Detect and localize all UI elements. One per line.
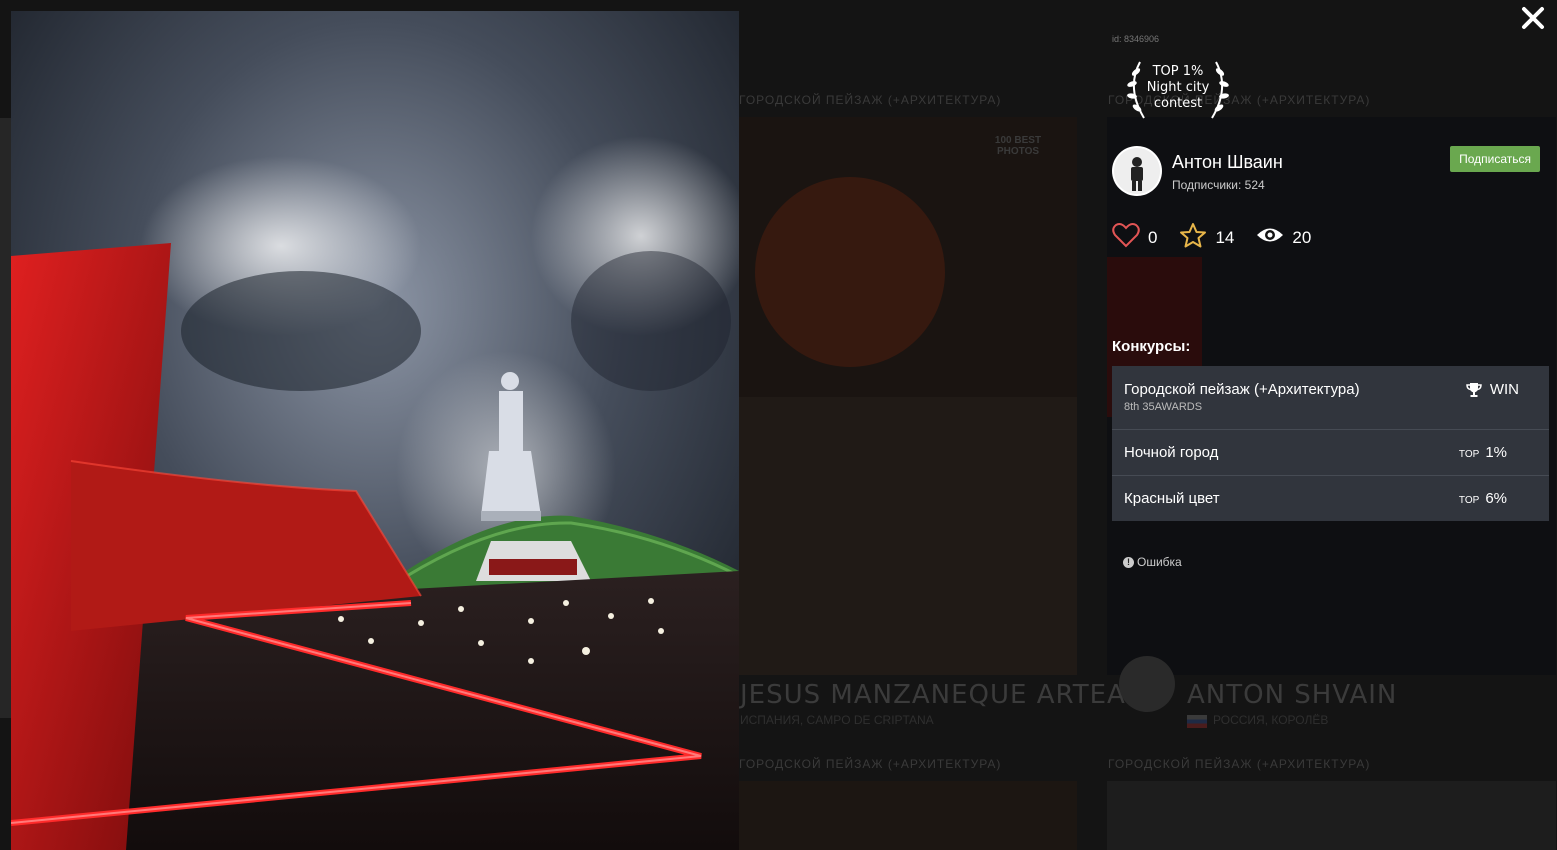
gallery-author[interactable]: JESUS MANZANEQUE ARTEAGA [740, 680, 1165, 710]
gallery-author[interactable]: ANTON SHVAIN [1187, 680, 1397, 710]
like-stat[interactable]: 0 [1112, 222, 1157, 248]
contest-badge[interactable]: TOP 1% Night city contest [1120, 58, 1236, 122]
contest-edition: 8th 35AWARDS [1124, 401, 1203, 413]
author-block: Антон Шваин Подписчики: 524 Подписаться [1112, 146, 1550, 198]
favorite-stat[interactable]: 14 [1179, 222, 1234, 248]
photo-stats: 0 14 20 [1112, 220, 1333, 250]
gallery-location: ИСПАНИЯ, CAMPO DE CRIPTANA [740, 713, 934, 727]
contests-list: Городской пейзаж (+Архитектура) 8th 35AW… [1112, 366, 1549, 521]
gallery-badge: 100 BEST PHOTOS [994, 135, 1042, 157]
badge-line-top: TOP 1% [1152, 64, 1204, 79]
error-label[interactable]: Ошибка [1137, 555, 1182, 569]
star-icon[interactable] [1179, 222, 1207, 248]
town-shape [739, 397, 1077, 675]
contest-name[interactable]: Ночной город [1124, 444, 1218, 461]
heart-icon[interactable] [1112, 222, 1140, 248]
author-name[interactable]: Антон Шваин [1172, 152, 1283, 173]
exclamation-icon: ! [1123, 556, 1134, 568]
photo-id: id: 8346906 [1112, 34, 1160, 44]
moon-shape [755, 177, 945, 367]
win-label: WIN [1489, 381, 1519, 398]
gallery-card-windmills[interactable]: 100 BEST PHOTOS [739, 117, 1077, 675]
gallery-card[interactable] [1107, 781, 1556, 850]
memorial-night-photo [11, 11, 739, 850]
contest-row[interactable]: Красный цвет TOP 6% [1112, 476, 1549, 521]
flag-icon [1187, 715, 1207, 728]
author-avatar-icon [1114, 148, 1160, 194]
gallery-edge [0, 118, 11, 718]
top-value: 6% [1485, 490, 1507, 507]
badge-line-contest: Night city [1146, 80, 1210, 95]
contests-heading: Конкурсы: [1112, 338, 1191, 355]
gallery-card[interactable] [739, 781, 1077, 850]
close-button[interactable] [1519, 4, 1547, 32]
report-error-link[interactable]: ! Ошибка [1123, 555, 1182, 569]
follow-button[interactable]: Подписаться [1450, 146, 1540, 172]
gallery-category-label[interactable]: ГОРОДСКОЙ ПЕЙЗАЖ (+АРХИТЕКТУРА) [739, 757, 1001, 771]
gallery-category-label[interactable]: ГОРОДСКОЙ ПЕЙЗАЖ (+АРХИТЕКТУРА) [739, 93, 1001, 107]
gallery-avatar[interactable] [1119, 656, 1175, 712]
eye-icon [1257, 228, 1284, 242]
top-label: TOP [1458, 494, 1480, 506]
favorites-count: 14 [1215, 228, 1235, 247]
views-stat: 20 [1256, 222, 1311, 248]
gallery-location: РОССИЯ, КОРОЛЁВ [1213, 713, 1329, 727]
contest-result: TOP 6% [1459, 476, 1507, 521]
contest-result: WIN [1466, 358, 1519, 421]
contest-name[interactable]: Красный цвет [1124, 490, 1220, 507]
avatar[interactable] [1112, 146, 1162, 196]
top-label: TOP [1458, 448, 1480, 460]
top-value: 1% [1485, 444, 1507, 461]
trophy-icon [1466, 382, 1482, 397]
badge-text: TOP 1% Night city contest [1120, 64, 1236, 112]
close-icon [1522, 7, 1544, 29]
views-count: 20 [1292, 228, 1312, 247]
contest-result: TOP 1% [1459, 430, 1507, 475]
main-photo[interactable] [11, 11, 739, 850]
gallery-category-label[interactable]: ГОРОДСКОЙ ПЕЙЗАЖ (+АРХИТЕКТУРА) [1108, 757, 1370, 771]
contest-name[interactable]: Городской пейзаж (+Архитектура) [1124, 381, 1360, 398]
badge-line-label: contest [1153, 96, 1203, 111]
contest-row[interactable]: Городской пейзаж (+Архитектура) 8th 35AW… [1112, 366, 1549, 430]
contest-row[interactable]: Ночной город TOP 1% [1112, 430, 1549, 476]
subscriber-count: Подписчики: 524 [1172, 178, 1265, 192]
likes-count: 0 [1148, 228, 1158, 247]
